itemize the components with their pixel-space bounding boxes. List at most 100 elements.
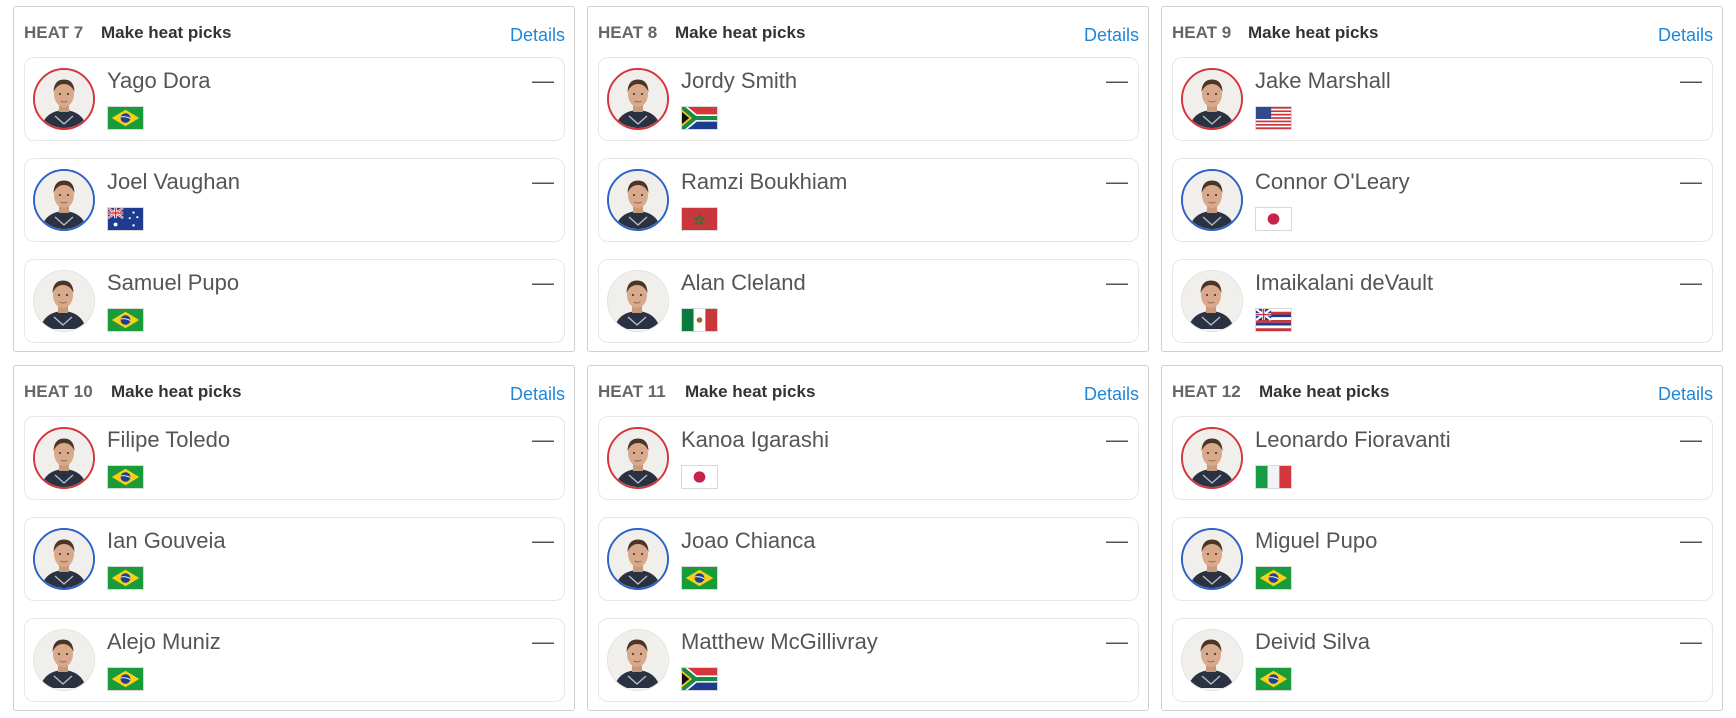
surfer-avatar: [1181, 427, 1243, 489]
surfer-score: —: [532, 169, 554, 194]
surfer-row[interactable]: Joao Chianca —: [598, 517, 1139, 601]
surfer-row[interactable]: Deivid Silva —: [1172, 618, 1713, 702]
surfer-row[interactable]: Filipe Toledo —: [24, 416, 565, 500]
surfer-row[interactable]: Yago Dora —: [24, 57, 565, 141]
heat-header: HEAT 12 Make heat picks Details: [1172, 380, 1713, 404]
surfer-row[interactable]: Kanoa Igarashi —: [598, 416, 1139, 500]
surfer-avatar: [1181, 629, 1243, 691]
surfer-score: —: [1680, 528, 1702, 553]
surfer-score: —: [1106, 169, 1128, 194]
heat-card: HEAT 7 Make heat picks Details Yago Dora — Jo…: [13, 6, 575, 352]
surfer-row[interactable]: Matthew McGillivray —: [598, 618, 1139, 702]
brazil-flag: [107, 667, 144, 691]
make-heat-picks-link[interactable]: Make heat picks: [675, 23, 805, 43]
details-link[interactable]: Details: [1084, 384, 1139, 405]
heat-header: HEAT 11 Make heat picks Details: [598, 380, 1139, 404]
surfer-name: Miguel Pupo: [1255, 528, 1378, 553]
surfer-avatar: [607, 528, 669, 590]
brazil-flag: [1255, 667, 1292, 691]
surfer-name: Ramzi Boukhiam: [681, 169, 848, 194]
make-heat-picks-link[interactable]: Make heat picks: [111, 382, 241, 402]
surfer-row[interactable]: Imaikalani deVault —: [1172, 259, 1713, 343]
surfer-row[interactable]: Leonardo Fioravanti —: [1172, 416, 1713, 500]
make-heat-picks-link[interactable]: Make heat picks: [1259, 382, 1389, 402]
surfer-row[interactable]: Miguel Pupo —: [1172, 517, 1713, 601]
surfer-name: Alejo Muniz: [107, 629, 221, 654]
surfer-score: —: [1106, 427, 1128, 452]
surfer-row[interactable]: Joel Vaughan —: [24, 158, 565, 242]
surfer-avatar: [33, 169, 95, 231]
surfer-name: Alan Cleland: [681, 270, 806, 295]
usa-flag: [1255, 106, 1292, 130]
italy-flag: [1255, 465, 1292, 489]
surfer-score: —: [1680, 427, 1702, 452]
heat-card: HEAT 11 Make heat picks Details Kanoa Igara…: [587, 365, 1149, 711]
heat-header: HEAT 8 Make heat picks Details: [598, 21, 1139, 45]
surfer-score: —: [532, 427, 554, 452]
make-heat-picks-link[interactable]: Make heat picks: [101, 23, 231, 43]
details-link[interactable]: Details: [510, 25, 565, 46]
surfer-avatar: [33, 629, 95, 691]
surfer-row[interactable]: Alejo Muniz —: [24, 618, 565, 702]
surfer-row[interactable]: Samuel Pupo —: [24, 259, 565, 343]
surfer-avatar: [1181, 270, 1243, 332]
surfer-name: Kanoa Igarashi: [681, 427, 829, 452]
surfer-score: —: [532, 629, 554, 654]
brazil-flag: [107, 566, 144, 590]
surfer-avatar: [33, 427, 95, 489]
surfer-avatar: [607, 629, 669, 691]
mexico-flag: [681, 308, 718, 332]
details-link[interactable]: Details: [1084, 25, 1139, 46]
details-link[interactable]: Details: [1658, 25, 1713, 46]
heat-card: HEAT 12 Make heat picks Details Leonardo Fi…: [1161, 365, 1723, 711]
details-link[interactable]: Details: [510, 384, 565, 405]
heat-number: HEAT 9: [1172, 23, 1232, 42]
brazil-flag: [107, 465, 144, 489]
surfer-row[interactable]: Jordy Smith —: [598, 57, 1139, 141]
surfer-name: Connor O'Leary: [1255, 169, 1410, 194]
brazil-flag: [107, 308, 144, 332]
surfer-name: Joel Vaughan: [107, 169, 240, 194]
hawaii-flag: [1255, 308, 1292, 332]
surfer-avatar: [33, 68, 95, 130]
surfer-name: Jake Marshall: [1255, 68, 1391, 93]
heat-header: HEAT 9 Make heat picks Details: [1172, 21, 1713, 45]
surfer-score: —: [1106, 528, 1128, 553]
surfer-score: —: [1106, 270, 1128, 295]
surfer-avatar: [607, 169, 669, 231]
surfer-avatar: [33, 270, 95, 332]
surfer-name: Jordy Smith: [681, 68, 798, 93]
brazil-flag: [1255, 566, 1292, 590]
brazil-flag: [107, 106, 144, 130]
heat-number: HEAT 12: [1172, 382, 1241, 401]
surfer-avatar: [1181, 68, 1243, 130]
surfer-avatar: [607, 270, 669, 332]
surfer-row[interactable]: Connor O'Leary —: [1172, 158, 1713, 242]
make-heat-picks-link[interactable]: Make heat picks: [1248, 23, 1378, 43]
japan-flag: [1255, 207, 1292, 231]
surfer-score: —: [1680, 270, 1702, 295]
morocco-flag: [681, 207, 718, 231]
make-heat-picks-link[interactable]: Make heat picks: [685, 382, 815, 402]
surfer-name: Yago Dora: [107, 68, 211, 93]
surfer-row[interactable]: Alan Cleland —: [598, 259, 1139, 343]
surfer-row[interactable]: Jake Marshall —: [1172, 57, 1713, 141]
surfer-name: Matthew McGillivray: [681, 629, 878, 654]
surfer-score: —: [1680, 68, 1702, 93]
heat-header: HEAT 10 Make heat picks Details: [24, 380, 565, 404]
surfer-name: Ian Gouveia: [107, 528, 226, 553]
surfer-score: —: [532, 270, 554, 295]
surfer-score: —: [1680, 169, 1702, 194]
heat-number: HEAT 7: [24, 23, 84, 42]
surfer-avatar: [33, 528, 95, 590]
surfer-score: —: [1106, 68, 1128, 93]
surfer-score: —: [532, 528, 554, 553]
surfer-row[interactable]: Ian Gouveia —: [24, 517, 565, 601]
south-africa-flag: [681, 106, 718, 130]
heat-card: HEAT 10 Make heat picks Details Filipe Tole…: [13, 365, 575, 711]
surfer-avatar: [1181, 169, 1243, 231]
details-link[interactable]: Details: [1658, 384, 1713, 405]
heat-card: HEAT 8 Make heat picks Details Jordy Smith —…: [587, 6, 1149, 352]
heat-header: HEAT 7 Make heat picks Details: [24, 21, 565, 45]
surfer-row[interactable]: Ramzi Boukhiam —: [598, 158, 1139, 242]
